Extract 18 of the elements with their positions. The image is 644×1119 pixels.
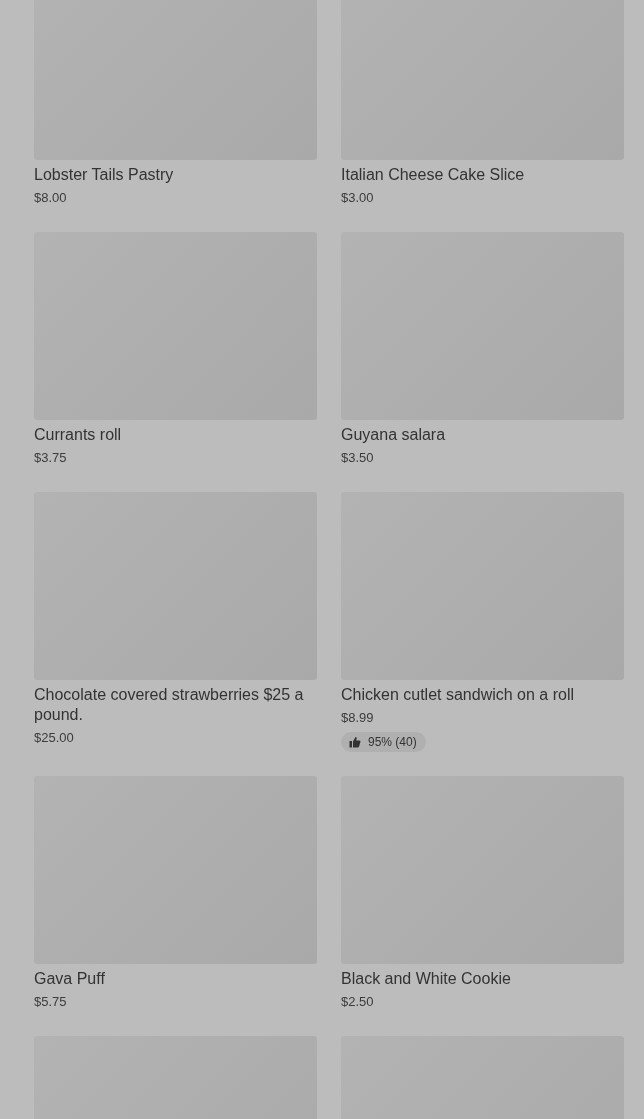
product-name: Black and White Cookie (341, 969, 512, 989)
product-name: Italian Cheese Cake Slice (341, 165, 526, 185)
product-name: Chicken cutlet sandwich on a roll (341, 685, 575, 705)
product-price: $25.00 (34, 729, 75, 747)
product-name: Guyana salara (341, 425, 447, 445)
product-price: $3.00 (341, 189, 375, 207)
product-price: $2.50 (341, 993, 375, 1011)
rating-badge: 95% (40) (341, 732, 426, 752)
product-name: Chocolate covered strawberries $25 a pound. (34, 685, 305, 725)
product-price: $8.00 (34, 189, 68, 207)
thumbs-up-icon (349, 736, 361, 748)
product-price: $3.50 (341, 449, 375, 467)
product-name: Gava Puff (34, 969, 106, 989)
product-name: Currants roll (34, 425, 123, 445)
product-name: Lobster Tails Pastry (34, 165, 175, 185)
product-price: $3.75 (34, 449, 68, 467)
product-price: $8.99 (341, 709, 375, 727)
product-price: $5.75 (34, 993, 68, 1011)
